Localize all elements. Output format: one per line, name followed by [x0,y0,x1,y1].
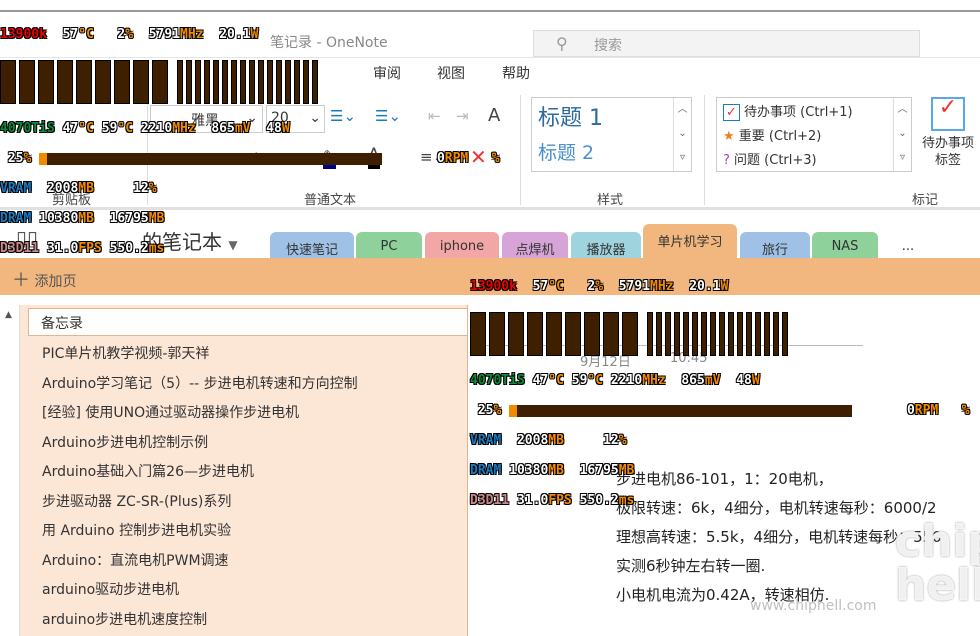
star-icon: ★ [723,129,735,144]
page-item[interactable]: arduino驱动步进电机 [42,579,179,599]
page-item[interactable]: 用 Arduino 控制步进电机实验 [42,520,231,540]
page-item[interactable]: Arduino学习笔记（5）-- 步进电机转速和方向控制 [42,373,358,393]
chiphell-logo: chiphell [895,516,980,611]
page-item[interactable]: Arduino：直流电机PWM调速 [42,550,229,570]
page-item[interactable]: [经验] 使用UNO通过驱动器操作步进电机 [42,402,299,422]
styles-scroll[interactable]: ︿ ⌄ ▿ [673,98,691,171]
checkbox-icon: ✓ [723,104,740,121]
tag-label: 问题 (Ctrl+3) [734,153,817,168]
todo-tag-button[interactable]: ✓ 待办事项 标签 [916,97,980,177]
page-item[interactable]: arduino步进电机速度控制 [42,609,207,629]
tags-scroll[interactable]: ︿ ⌄ ▿ [893,98,911,171]
tag-question[interactable]: ? 问题 (Ctrl+3) [723,149,853,173]
style-heading-1[interactable]: 标题 1 [538,100,603,132]
group-tags: 标记 [912,193,939,208]
checkmark-icon: ✓ [931,97,965,131]
question-icon: ? [723,153,730,168]
page-item-selected[interactable]: 备忘录 [28,308,468,336]
section-tab[interactable]: 单片机学习 [643,224,737,262]
tag-todo[interactable]: ✓ 待办事项 (Ctrl+1) [723,101,853,125]
watermark: www.chiphell.com [750,598,877,614]
page-list: ▲ 备忘录 PIC单片机教学视频-郭天祥 Arduino学习笔记（5）-- 步进电… [0,305,468,636]
tag-label: 重要 (Ctrl+2) [738,129,822,144]
page-item[interactable]: 步进驱动器 ZC-SR-(Plus)系列 [42,491,231,511]
note-line: 理想高转速：5.5k，4细分，电机转速每秒：550 [616,528,942,546]
group-styles: 样式 [597,193,624,208]
note-line: 实测6秒钟左右转一圈. [616,557,766,575]
todo-tag-label: 待办事项 [921,136,974,151]
search-input[interactable]: ⚲ 搜索 [533,30,920,57]
todo-tag-label: 标签 [934,153,961,168]
page-item[interactable]: Arduino步进电机控制示例 [42,432,208,452]
menu-help[interactable]: 帮助 [502,63,530,83]
cpu-core-bars [470,312,970,356]
page-item[interactable]: Arduino基础入门篇26—步进电机 [42,461,254,481]
styles-gallery[interactable]: 标题 1 标题 2 ︿ ⌄ ▿ [531,97,692,172]
tags-gallery[interactable]: ✓ 待办事项 (Ctrl+1) ★ 重要 (Ctrl+2) ? 问题 (Ctrl… [716,97,912,172]
search-placeholder: 搜索 [594,38,622,54]
plus-icon: ＋ [12,270,30,291]
hardware-monitor-overlay: 13900k 57°C 2% 5791MHz 20.1W 4070TiS 47°… [470,279,970,508]
cpu-core-bars [0,60,500,104]
search-icon: ⚲ [556,34,568,53]
hardware-monitor-overlay: 13900k 57°C 2% 5791MHz 20.1W 4070TiS 47°… [0,27,500,256]
style-heading-2[interactable]: 标题 2 [538,138,594,165]
tag-important[interactable]: ★ 重要 (Ctrl+2) [723,125,853,149]
page-list-scrollbar[interactable]: ▲ [0,305,20,636]
page-item[interactable]: PIC单片机教学视频-郭天祥 [42,343,209,363]
tag-label: 待办事项 (Ctrl+1) [744,105,853,120]
